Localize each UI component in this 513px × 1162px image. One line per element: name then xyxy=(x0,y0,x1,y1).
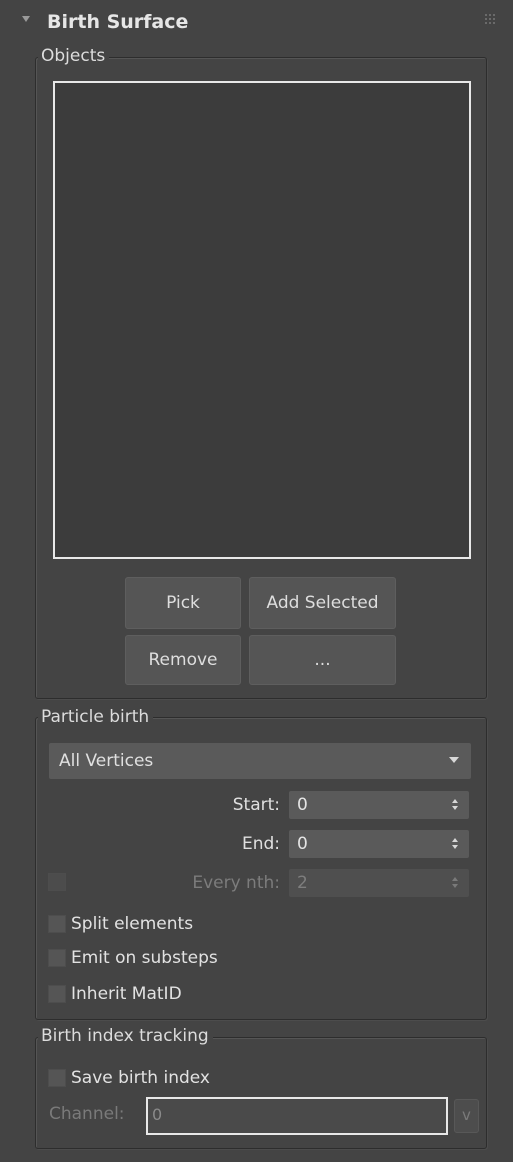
birth-mode-selected: All Vertices xyxy=(59,751,154,771)
spinner-arrows-icon[interactable] xyxy=(452,877,460,889)
channel-value: 0 xyxy=(152,1105,163,1124)
emit-on-substeps-checkbox[interactable] xyxy=(48,949,66,967)
split-elements-checkbox[interactable] xyxy=(48,915,66,933)
end-spinner[interactable]: 0 xyxy=(289,830,469,858)
remove-button[interactable]: Remove xyxy=(125,635,241,685)
end-value: 0 xyxy=(297,834,308,854)
rollout-title: Birth Surface xyxy=(47,11,189,33)
pick-button[interactable]: Pick xyxy=(125,577,241,629)
objects-group-label: Objects xyxy=(38,46,110,66)
every-nth-checkbox[interactable] xyxy=(48,873,66,891)
start-value: 0 xyxy=(297,795,308,815)
objects-listbox[interactable] xyxy=(53,81,471,559)
every-nth-spinner[interactable]: 2 xyxy=(289,869,469,897)
save-birth-index-checkbox[interactable] xyxy=(48,1069,66,1087)
every-nth-label: Every nth: xyxy=(192,873,280,893)
dropdown-arrow-icon xyxy=(449,757,459,763)
spinner-arrows-icon[interactable] xyxy=(452,799,460,811)
start-spinner[interactable]: 0 xyxy=(289,791,469,819)
channel-v-button[interactable]: v xyxy=(454,1099,479,1133)
channel-field[interactable]: 0 xyxy=(146,1097,448,1135)
add-selected-button[interactable]: Add Selected xyxy=(249,577,396,629)
start-label: Start: xyxy=(232,795,280,815)
end-label: End: xyxy=(241,834,280,854)
drag-grip-icon[interactable] xyxy=(485,14,495,24)
split-elements-label[interactable]: Split elements xyxy=(71,912,193,936)
particle-birth-group-label: Particle birth xyxy=(38,707,154,727)
collapse-arrow-icon[interactable] xyxy=(22,16,30,22)
every-nth-value: 2 xyxy=(297,873,308,893)
more-options-button[interactable]: ... xyxy=(249,635,396,685)
birth-index-tracking-group-label: Birth index tracking xyxy=(38,1026,213,1046)
save-birth-index-label[interactable]: Save birth index xyxy=(71,1066,210,1090)
birth-mode-dropdown[interactable]: All Vertices xyxy=(49,743,471,779)
inherit-matid-checkbox[interactable] xyxy=(48,985,66,1003)
channel-label: Channel: xyxy=(49,1104,125,1124)
emit-on-substeps-label[interactable]: Emit on substeps xyxy=(71,946,218,970)
spinner-arrows-icon[interactable] xyxy=(452,838,460,850)
inherit-matid-label[interactable]: Inherit MatID xyxy=(71,982,182,1006)
rollout-header[interactable]: Birth Surface xyxy=(8,6,505,40)
